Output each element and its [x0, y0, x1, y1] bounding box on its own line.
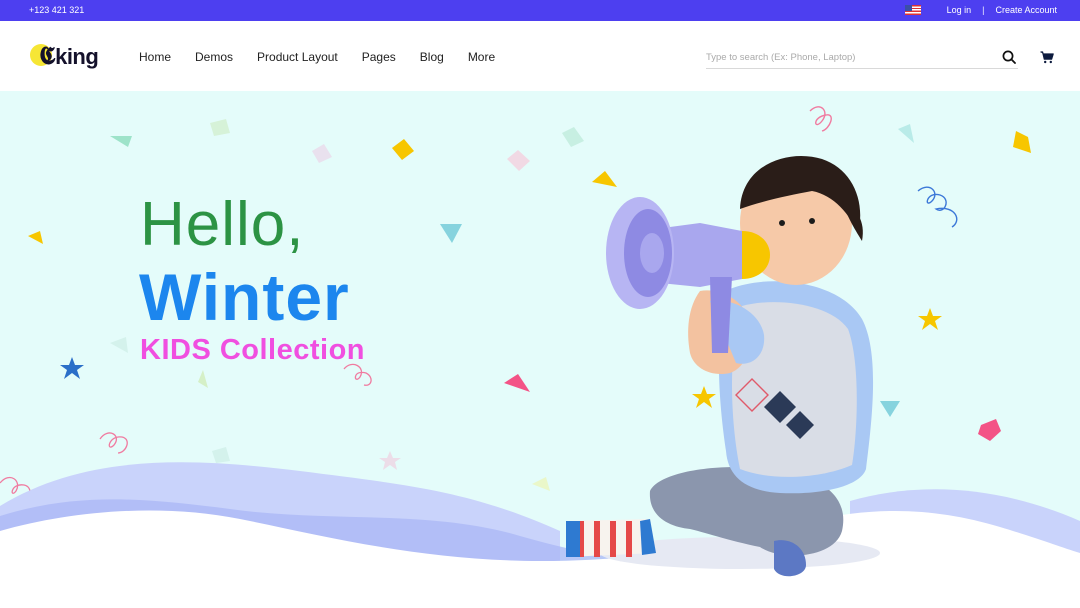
confetti-shape: [212, 447, 230, 463]
search-input[interactable]: [706, 49, 986, 66]
hero-banner: Hello, Winter KIDS Collection: [0, 91, 1080, 608]
star-shape: [918, 308, 942, 330]
confetti-shape: [440, 224, 462, 243]
nav-item-home[interactable]: Home: [139, 50, 171, 64]
hero-title: Winter: [139, 260, 350, 334]
squiggle-shape: [99, 432, 128, 454]
login-link[interactable]: Log in: [947, 5, 972, 15]
hero-greeting: Hello,: [140, 190, 305, 259]
confetti-shape: [562, 127, 584, 147]
main-header: 𝕮king Home Demos Product Layout Pages Bl…: [0, 21, 1080, 91]
us-flag-icon[interactable]: [904, 5, 921, 15]
search-icon[interactable]: [1002, 50, 1016, 64]
create-account-link[interactable]: Create Account: [995, 5, 1057, 15]
confetti-shape: [110, 136, 132, 147]
confetti-shape: [28, 231, 43, 244]
star-shape: [692, 386, 716, 408]
squiggle-shape: [343, 363, 372, 386]
main-nav: Home Demos Product Layout Pages Blog Mor…: [139, 50, 519, 64]
star-shape: [379, 451, 401, 470]
cart-icon[interactable]: [1040, 51, 1054, 64]
nav-item-pages[interactable]: Pages: [362, 50, 396, 64]
confetti-shape: [110, 337, 128, 353]
confetti-shape: [880, 401, 900, 417]
confetti-shape: [312, 144, 332, 163]
squiggle-shape: [809, 106, 832, 132]
phone-number: +123 421 321: [29, 5, 85, 15]
search-bar: [706, 47, 1018, 69]
confetti-shape: [507, 150, 530, 171]
confetti-shape: [1013, 131, 1031, 153]
confetti-shape: [592, 171, 617, 187]
nav-item-product-layout[interactable]: Product Layout: [257, 50, 338, 64]
kid-with-megaphone-illustration: [566, 155, 880, 577]
confetti-shape: [392, 139, 414, 160]
brand-logo[interactable]: 𝕮king: [28, 42, 99, 72]
nav-item-demos[interactable]: Demos: [195, 50, 233, 64]
squiggle-shape: [917, 186, 958, 228]
top-bar: +123 421 321 Log in | Create Account: [0, 0, 1080, 21]
account-links: Log in | Create Account: [904, 5, 1057, 15]
confetti-shape: [210, 119, 230, 136]
star-shape: [60, 357, 84, 379]
separator: |: [982, 5, 985, 15]
nav-item-more[interactable]: More: [468, 50, 495, 64]
confetti-shape: [898, 124, 914, 143]
confetti-shape: [198, 370, 208, 388]
hero-subtitle: KIDS Collection: [140, 334, 366, 366]
confetti-shape: [978, 419, 1001, 441]
nav-item-blog[interactable]: Blog: [420, 50, 444, 64]
confetti-shape: [532, 477, 550, 491]
brand-name: 𝕮king: [39, 42, 99, 70]
confetti-shape: [504, 374, 530, 392]
